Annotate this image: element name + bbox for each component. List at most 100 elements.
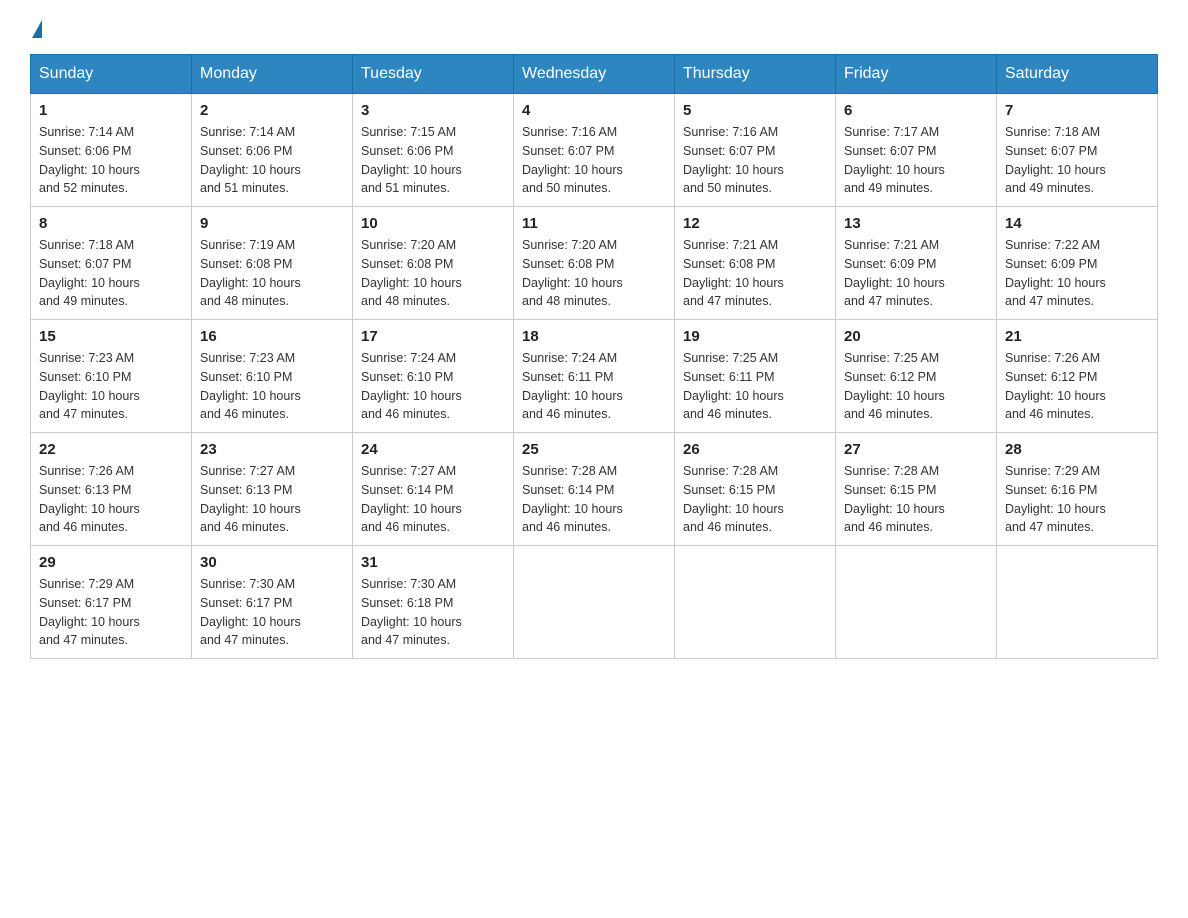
day-info: Sunrise: 7:28 AM Sunset: 6:14 PM Dayligh… bbox=[522, 462, 666, 537]
day-number: 24 bbox=[361, 441, 505, 458]
calendar-day-cell: 20 Sunrise: 7:25 AM Sunset: 6:12 PM Dayl… bbox=[836, 320, 997, 433]
calendar-day-cell: 16 Sunrise: 7:23 AM Sunset: 6:10 PM Dayl… bbox=[192, 320, 353, 433]
day-info: Sunrise: 7:14 AM Sunset: 6:06 PM Dayligh… bbox=[39, 123, 183, 198]
day-info: Sunrise: 7:19 AM Sunset: 6:08 PM Dayligh… bbox=[200, 236, 344, 311]
calendar-day-header: Tuesday bbox=[353, 55, 514, 94]
day-number: 27 bbox=[844, 441, 988, 458]
logo-triangle-icon bbox=[32, 20, 42, 38]
calendar-week-row: 29 Sunrise: 7:29 AM Sunset: 6:17 PM Dayl… bbox=[31, 546, 1158, 659]
day-info: Sunrise: 7:25 AM Sunset: 6:11 PM Dayligh… bbox=[683, 349, 827, 424]
calendar-day-header: Friday bbox=[836, 55, 997, 94]
day-number: 18 bbox=[522, 328, 666, 345]
calendar-day-cell: 15 Sunrise: 7:23 AM Sunset: 6:10 PM Dayl… bbox=[31, 320, 192, 433]
calendar-day-cell: 6 Sunrise: 7:17 AM Sunset: 6:07 PM Dayli… bbox=[836, 94, 997, 207]
day-number: 10 bbox=[361, 215, 505, 232]
day-number: 13 bbox=[844, 215, 988, 232]
calendar-day-cell: 26 Sunrise: 7:28 AM Sunset: 6:15 PM Dayl… bbox=[675, 433, 836, 546]
day-number: 29 bbox=[39, 554, 183, 571]
calendar-day-header: Saturday bbox=[997, 55, 1158, 94]
calendar-day-cell bbox=[836, 546, 997, 659]
calendar-day-cell: 31 Sunrise: 7:30 AM Sunset: 6:18 PM Dayl… bbox=[353, 546, 514, 659]
day-number: 4 bbox=[522, 102, 666, 119]
calendar-day-cell: 7 Sunrise: 7:18 AM Sunset: 6:07 PM Dayli… bbox=[997, 94, 1158, 207]
calendar-day-cell: 23 Sunrise: 7:27 AM Sunset: 6:13 PM Dayl… bbox=[192, 433, 353, 546]
calendar-day-cell: 27 Sunrise: 7:28 AM Sunset: 6:15 PM Dayl… bbox=[836, 433, 997, 546]
day-info: Sunrise: 7:26 AM Sunset: 6:12 PM Dayligh… bbox=[1005, 349, 1149, 424]
day-info: Sunrise: 7:22 AM Sunset: 6:09 PM Dayligh… bbox=[1005, 236, 1149, 311]
day-info: Sunrise: 7:14 AM Sunset: 6:06 PM Dayligh… bbox=[200, 123, 344, 198]
day-info: Sunrise: 7:21 AM Sunset: 6:08 PM Dayligh… bbox=[683, 236, 827, 311]
day-number: 21 bbox=[1005, 328, 1149, 345]
day-number: 19 bbox=[683, 328, 827, 345]
logo bbox=[30, 20, 42, 34]
calendar-header-row: SundayMondayTuesdayWednesdayThursdayFrid… bbox=[31, 55, 1158, 94]
calendar-day-header: Sunday bbox=[31, 55, 192, 94]
day-info: Sunrise: 7:28 AM Sunset: 6:15 PM Dayligh… bbox=[844, 462, 988, 537]
calendar-day-header: Monday bbox=[192, 55, 353, 94]
calendar-week-row: 1 Sunrise: 7:14 AM Sunset: 6:06 PM Dayli… bbox=[31, 94, 1158, 207]
calendar-day-cell: 17 Sunrise: 7:24 AM Sunset: 6:10 PM Dayl… bbox=[353, 320, 514, 433]
calendar-day-cell: 13 Sunrise: 7:21 AM Sunset: 6:09 PM Dayl… bbox=[836, 207, 997, 320]
calendar-week-row: 22 Sunrise: 7:26 AM Sunset: 6:13 PM Dayl… bbox=[31, 433, 1158, 546]
calendar-day-cell: 14 Sunrise: 7:22 AM Sunset: 6:09 PM Dayl… bbox=[997, 207, 1158, 320]
calendar-day-cell bbox=[514, 546, 675, 659]
calendar-day-cell: 4 Sunrise: 7:16 AM Sunset: 6:07 PM Dayli… bbox=[514, 94, 675, 207]
calendar-day-cell: 11 Sunrise: 7:20 AM Sunset: 6:08 PM Dayl… bbox=[514, 207, 675, 320]
day-number: 6 bbox=[844, 102, 988, 119]
day-info: Sunrise: 7:28 AM Sunset: 6:15 PM Dayligh… bbox=[683, 462, 827, 537]
calendar-day-cell: 5 Sunrise: 7:16 AM Sunset: 6:07 PM Dayli… bbox=[675, 94, 836, 207]
day-info: Sunrise: 7:18 AM Sunset: 6:07 PM Dayligh… bbox=[39, 236, 183, 311]
page-header bbox=[30, 20, 1158, 34]
calendar-day-cell bbox=[675, 546, 836, 659]
day-info: Sunrise: 7:23 AM Sunset: 6:10 PM Dayligh… bbox=[200, 349, 344, 424]
calendar-day-cell: 18 Sunrise: 7:24 AM Sunset: 6:11 PM Dayl… bbox=[514, 320, 675, 433]
day-number: 14 bbox=[1005, 215, 1149, 232]
calendar-day-cell: 10 Sunrise: 7:20 AM Sunset: 6:08 PM Dayl… bbox=[353, 207, 514, 320]
calendar-day-cell: 30 Sunrise: 7:30 AM Sunset: 6:17 PM Dayl… bbox=[192, 546, 353, 659]
day-number: 28 bbox=[1005, 441, 1149, 458]
calendar-day-cell: 1 Sunrise: 7:14 AM Sunset: 6:06 PM Dayli… bbox=[31, 94, 192, 207]
day-number: 20 bbox=[844, 328, 988, 345]
calendar-day-cell: 9 Sunrise: 7:19 AM Sunset: 6:08 PM Dayli… bbox=[192, 207, 353, 320]
day-number: 26 bbox=[683, 441, 827, 458]
day-info: Sunrise: 7:23 AM Sunset: 6:10 PM Dayligh… bbox=[39, 349, 183, 424]
calendar-day-cell bbox=[997, 546, 1158, 659]
day-info: Sunrise: 7:20 AM Sunset: 6:08 PM Dayligh… bbox=[522, 236, 666, 311]
calendar-day-header: Wednesday bbox=[514, 55, 675, 94]
calendar-day-cell: 24 Sunrise: 7:27 AM Sunset: 6:14 PM Dayl… bbox=[353, 433, 514, 546]
day-info: Sunrise: 7:21 AM Sunset: 6:09 PM Dayligh… bbox=[844, 236, 988, 311]
calendar-week-row: 8 Sunrise: 7:18 AM Sunset: 6:07 PM Dayli… bbox=[31, 207, 1158, 320]
calendar-day-cell: 21 Sunrise: 7:26 AM Sunset: 6:12 PM Dayl… bbox=[997, 320, 1158, 433]
day-number: 22 bbox=[39, 441, 183, 458]
day-info: Sunrise: 7:18 AM Sunset: 6:07 PM Dayligh… bbox=[1005, 123, 1149, 198]
day-number: 16 bbox=[200, 328, 344, 345]
day-number: 8 bbox=[39, 215, 183, 232]
calendar-day-cell: 29 Sunrise: 7:29 AM Sunset: 6:17 PM Dayl… bbox=[31, 546, 192, 659]
day-info: Sunrise: 7:17 AM Sunset: 6:07 PM Dayligh… bbox=[844, 123, 988, 198]
calendar-day-cell: 3 Sunrise: 7:15 AM Sunset: 6:06 PM Dayli… bbox=[353, 94, 514, 207]
day-info: Sunrise: 7:30 AM Sunset: 6:18 PM Dayligh… bbox=[361, 575, 505, 650]
day-number: 7 bbox=[1005, 102, 1149, 119]
calendar-day-cell: 2 Sunrise: 7:14 AM Sunset: 6:06 PM Dayli… bbox=[192, 94, 353, 207]
day-info: Sunrise: 7:16 AM Sunset: 6:07 PM Dayligh… bbox=[522, 123, 666, 198]
day-number: 11 bbox=[522, 215, 666, 232]
day-info: Sunrise: 7:26 AM Sunset: 6:13 PM Dayligh… bbox=[39, 462, 183, 537]
day-info: Sunrise: 7:16 AM Sunset: 6:07 PM Dayligh… bbox=[683, 123, 827, 198]
day-info: Sunrise: 7:24 AM Sunset: 6:10 PM Dayligh… bbox=[361, 349, 505, 424]
day-number: 25 bbox=[522, 441, 666, 458]
day-info: Sunrise: 7:15 AM Sunset: 6:06 PM Dayligh… bbox=[361, 123, 505, 198]
calendar-day-cell: 19 Sunrise: 7:25 AM Sunset: 6:11 PM Dayl… bbox=[675, 320, 836, 433]
calendar-day-header: Thursday bbox=[675, 55, 836, 94]
day-number: 3 bbox=[361, 102, 505, 119]
calendar-day-cell: 25 Sunrise: 7:28 AM Sunset: 6:14 PM Dayl… bbox=[514, 433, 675, 546]
calendar-table: SundayMondayTuesdayWednesdayThursdayFrid… bbox=[30, 54, 1158, 659]
calendar-day-cell: 22 Sunrise: 7:26 AM Sunset: 6:13 PM Dayl… bbox=[31, 433, 192, 546]
day-info: Sunrise: 7:20 AM Sunset: 6:08 PM Dayligh… bbox=[361, 236, 505, 311]
day-info: Sunrise: 7:30 AM Sunset: 6:17 PM Dayligh… bbox=[200, 575, 344, 650]
day-info: Sunrise: 7:29 AM Sunset: 6:17 PM Dayligh… bbox=[39, 575, 183, 650]
day-info: Sunrise: 7:27 AM Sunset: 6:14 PM Dayligh… bbox=[361, 462, 505, 537]
day-number: 31 bbox=[361, 554, 505, 571]
day-number: 23 bbox=[200, 441, 344, 458]
day-info: Sunrise: 7:27 AM Sunset: 6:13 PM Dayligh… bbox=[200, 462, 344, 537]
calendar-day-cell: 8 Sunrise: 7:18 AM Sunset: 6:07 PM Dayli… bbox=[31, 207, 192, 320]
